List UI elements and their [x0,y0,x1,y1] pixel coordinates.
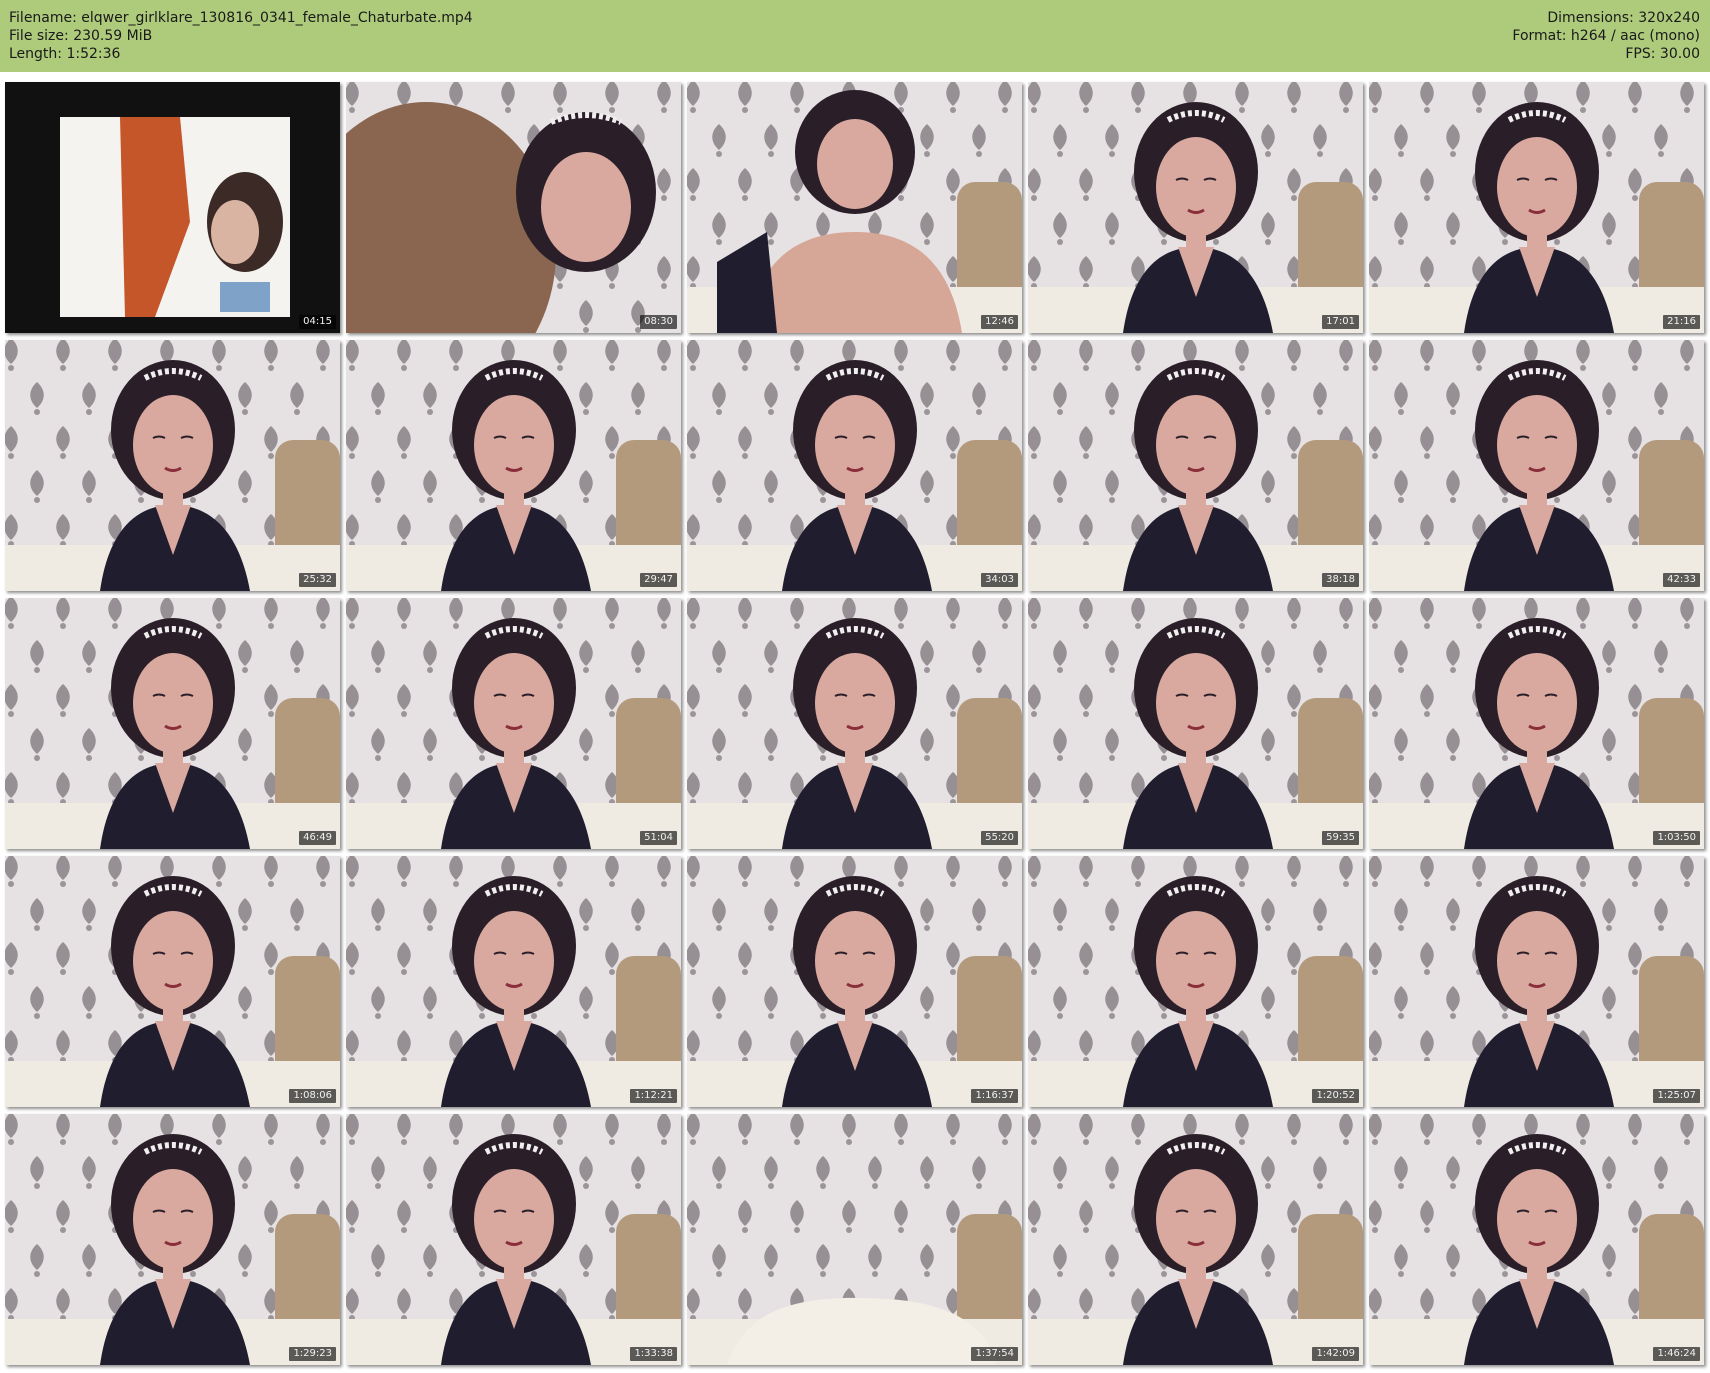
video-thumbnail[interactable]: 04:15 [5,82,340,333]
frame-image [346,340,681,591]
timestamp-label: 1:33:38 [630,1347,677,1361]
media-info: Dimensions: 320x240 Format: h264 / aac (… [1512,9,1700,63]
frame-image [346,1114,681,1365]
video-thumbnail[interactable]: 1:46:24 [1369,1114,1704,1365]
frame-image [1369,82,1704,333]
video-thumbnail[interactable]: 1:37:54 [687,1114,1022,1365]
timestamp-label: 1:12:21 [630,1089,677,1103]
filesize-label: File size: 230.59 MiB [9,28,153,44]
frame-image [687,340,1022,591]
frame-image [687,856,1022,1107]
dimensions-label: Dimensions: 320x240 [1547,10,1700,26]
length-label: Length: 1:52:36 [9,46,121,62]
timestamp-label: 1:29:23 [289,1347,336,1361]
video-thumbnail[interactable]: 21:16 [1369,82,1704,333]
video-thumbnail[interactable]: 34:03 [687,340,1022,591]
timestamp-label: 34:03 [981,573,1018,587]
filename-label: Filename: elqwer_girlklare_130816_0341_f… [9,10,473,26]
thumbnail-grid: 04:15 08:30 12:46 17:01 21:16 25:32 29:47 34:03… [5,82,1704,1365]
video-thumbnail[interactable]: 1:42:09 [1028,1114,1363,1365]
timestamp-label: 1:25:07 [1653,1089,1700,1103]
timestamp-label: 08:30 [640,315,677,329]
timestamp-label: 1:46:24 [1653,1347,1700,1361]
format-label: Format: h264 / aac (mono) [1512,28,1700,44]
frame-image [1028,1114,1363,1365]
video-thumbnail[interactable]: 55:20 [687,598,1022,849]
video-thumbnail[interactable]: 1:20:52 [1028,856,1363,1107]
timestamp-label: 1:03:50 [1653,831,1700,845]
video-thumbnail[interactable]: 17:01 [1028,82,1363,333]
info-header: Filename: elqwer_girlklare_130816_0341_f… [0,0,1710,72]
timestamp-label: 55:20 [981,831,1018,845]
timestamp-label: 1:37:54 [971,1347,1018,1361]
timestamp-label: 38:18 [1322,573,1359,587]
timestamp-label: 51:04 [640,831,677,845]
video-thumbnail[interactable]: 25:32 [5,340,340,591]
frame-image [1369,340,1704,591]
frame-image [687,1114,1022,1365]
file-info: Filename: elqwer_girlklare_130816_0341_f… [9,9,473,63]
frame-image [346,82,681,333]
video-thumbnail[interactable]: 42:33 [1369,340,1704,591]
timestamp-label: 29:47 [640,573,677,587]
timestamp-label: 42:33 [1663,573,1700,587]
timestamp-label: 1:42:09 [1312,1347,1359,1361]
frame-image [1028,82,1363,333]
video-thumbnail[interactable]: 59:35 [1028,598,1363,849]
timestamp-label: 1:08:06 [289,1089,336,1103]
frame-image [5,598,340,849]
timestamp-label: 21:16 [1663,315,1700,329]
frame-image [1369,856,1704,1107]
video-thumbnail[interactable]: 46:49 [5,598,340,849]
video-thumbnail[interactable]: 1:08:06 [5,856,340,1107]
video-thumbnail[interactable]: 1:29:23 [5,1114,340,1365]
frame-image [687,82,1022,333]
frame-image [1369,598,1704,849]
video-thumbnail[interactable]: 1:33:38 [346,1114,681,1365]
video-thumbnail[interactable]: 08:30 [346,82,681,333]
timestamp-label: 59:35 [1322,831,1359,845]
timestamp-label: 17:01 [1322,315,1359,329]
video-thumbnail[interactable]: 29:47 [346,340,681,591]
video-thumbnail[interactable]: 1:03:50 [1369,598,1704,849]
timestamp-label: 04:15 [299,315,336,329]
frame-image [1028,340,1363,591]
frame-image [1028,856,1363,1107]
frame-image [687,598,1022,849]
frame-image [346,598,681,849]
video-thumbnail[interactable]: 38:18 [1028,340,1363,591]
frame-image [1028,598,1363,849]
video-thumbnail[interactable]: 1:16:37 [687,856,1022,1107]
video-thumbnail[interactable]: 12:46 [687,82,1022,333]
frame-image [1369,1114,1704,1365]
fps-label: FPS: 30.00 [1625,46,1700,62]
timestamp-label: 46:49 [299,831,336,845]
timestamp-label: 25:32 [299,573,336,587]
timestamp-label: 1:16:37 [971,1089,1018,1103]
frame-image [5,82,340,333]
frame-image [5,856,340,1107]
frame-image [5,1114,340,1365]
frame-image [5,340,340,591]
video-thumbnail[interactable]: 51:04 [346,598,681,849]
video-thumbnail[interactable]: 1:25:07 [1369,856,1704,1107]
timestamp-label: 1:20:52 [1312,1089,1359,1103]
video-thumbnail[interactable]: 1:12:21 [346,856,681,1107]
frame-image [346,856,681,1107]
timestamp-label: 12:46 [981,315,1018,329]
